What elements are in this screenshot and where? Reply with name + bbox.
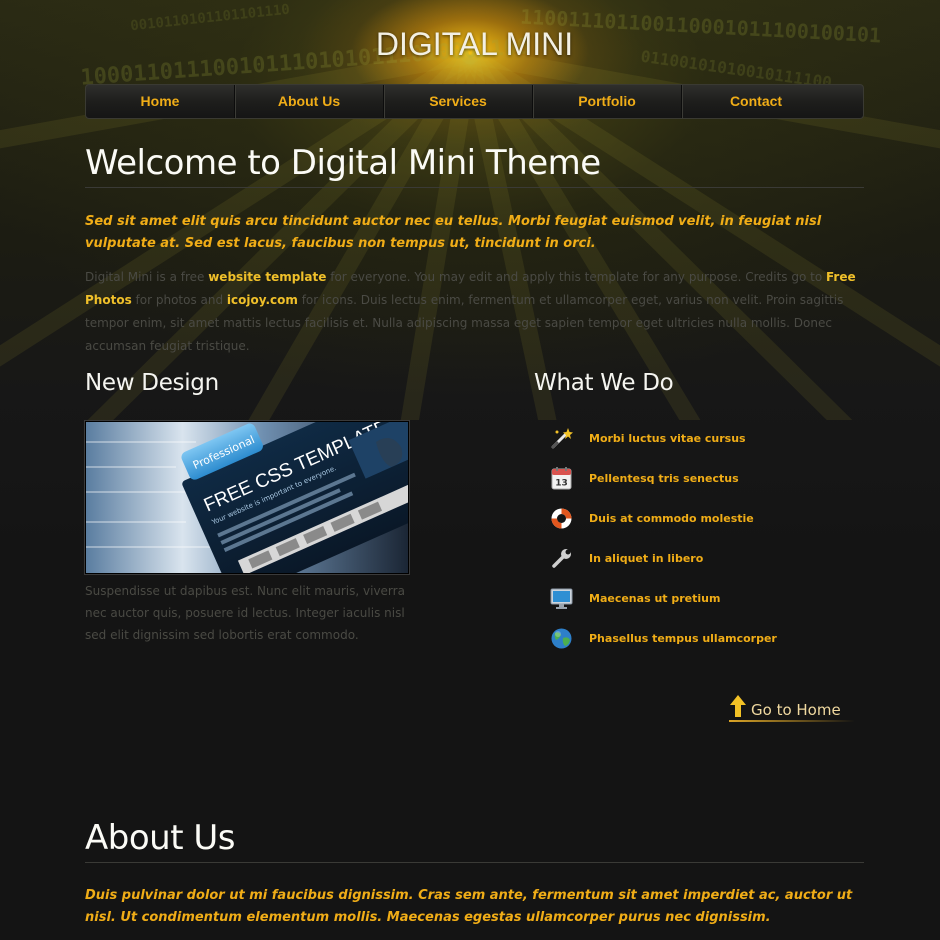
new-design-image[interactable]: Professional FREE CSS TEMPLATE Your webs…	[85, 421, 409, 574]
monitor-icon	[549, 586, 574, 611]
nav-item-portfolio[interactable]: Portfolio	[533, 85, 682, 118]
lifebuoy-icon	[549, 506, 574, 531]
service-label: Morbi luctus vitae cursus	[589, 431, 746, 445]
about-title: About Us	[85, 818, 864, 863]
nav-item-services[interactable]: Services	[384, 85, 533, 118]
icojoy-link[interactable]: icojoy.com	[227, 293, 298, 307]
service-label: Maecenas ut pretium	[589, 591, 721, 605]
service-label: Duis at commodo molestie	[589, 511, 754, 525]
service-label: Phasellus tempus ullamcorper	[589, 631, 777, 645]
new-design-heading: New Design	[85, 370, 219, 396]
welcome-lead: Sed sit amet elit quis arcu tincidunt au…	[85, 214, 822, 251]
welcome-title: Welcome to Digital Mini Theme	[85, 143, 864, 188]
what-we-do-heading: What We Do	[534, 370, 674, 396]
calendar-day: 13	[555, 478, 568, 488]
list-item[interactable]: Duis at commodo molestie	[549, 498, 864, 538]
list-item[interactable]: 13 Pellentesq tris senectus	[549, 458, 864, 498]
main-nav: Home About Us Services Portfolio Contact	[85, 84, 864, 119]
template-preview-image: Professional FREE CSS TEMPLATE Your webs…	[86, 422, 408, 573]
go-to-home-button[interactable]: Go to Home	[729, 694, 855, 722]
about-lead: Duis pulvinar dolor ut mi faucibus digni…	[85, 888, 853, 925]
go-to-home-underline	[729, 720, 855, 722]
site-logo[interactable]: DIGITAL MINI	[85, 26, 864, 63]
list-item[interactable]: Morbi luctus vitae cursus	[549, 418, 864, 458]
nav-item-contact[interactable]: Contact	[682, 85, 830, 118]
list-item[interactable]: In aliquet in libero	[549, 538, 864, 578]
new-design-text: Suspendisse ut dapibus est. Nunc elit ma…	[85, 584, 405, 642]
magic-wand-icon	[549, 426, 574, 451]
service-label: Pellentesq tris senectus	[589, 471, 739, 485]
calendar-icon: 13	[549, 466, 574, 491]
welcome-body-text: for everyone. You may edit and apply thi…	[326, 270, 826, 284]
arrow-up-icon	[730, 695, 746, 717]
nav-item-home[interactable]: Home	[86, 85, 235, 118]
website-template-link[interactable]: website template	[208, 270, 326, 284]
service-label: In aliquet in libero	[589, 551, 704, 565]
welcome-body-text: for photos and	[131, 293, 227, 307]
welcome-body: Digital Mini is a free website template …	[85, 266, 864, 358]
list-item[interactable]: Phasellus tempus ullamcorper	[549, 618, 864, 658]
what-we-do-list: Morbi luctus vitae cursus 13 Pellentesq …	[549, 418, 864, 658]
go-to-home-label: Go to Home	[751, 701, 841, 719]
welcome-body-text: Digital Mini is a free	[85, 270, 209, 284]
wrench-icon	[549, 546, 574, 571]
nav-item-about-us[interactable]: About Us	[235, 85, 384, 118]
globe-icon	[549, 626, 574, 651]
list-item[interactable]: Maecenas ut pretium	[549, 578, 864, 618]
